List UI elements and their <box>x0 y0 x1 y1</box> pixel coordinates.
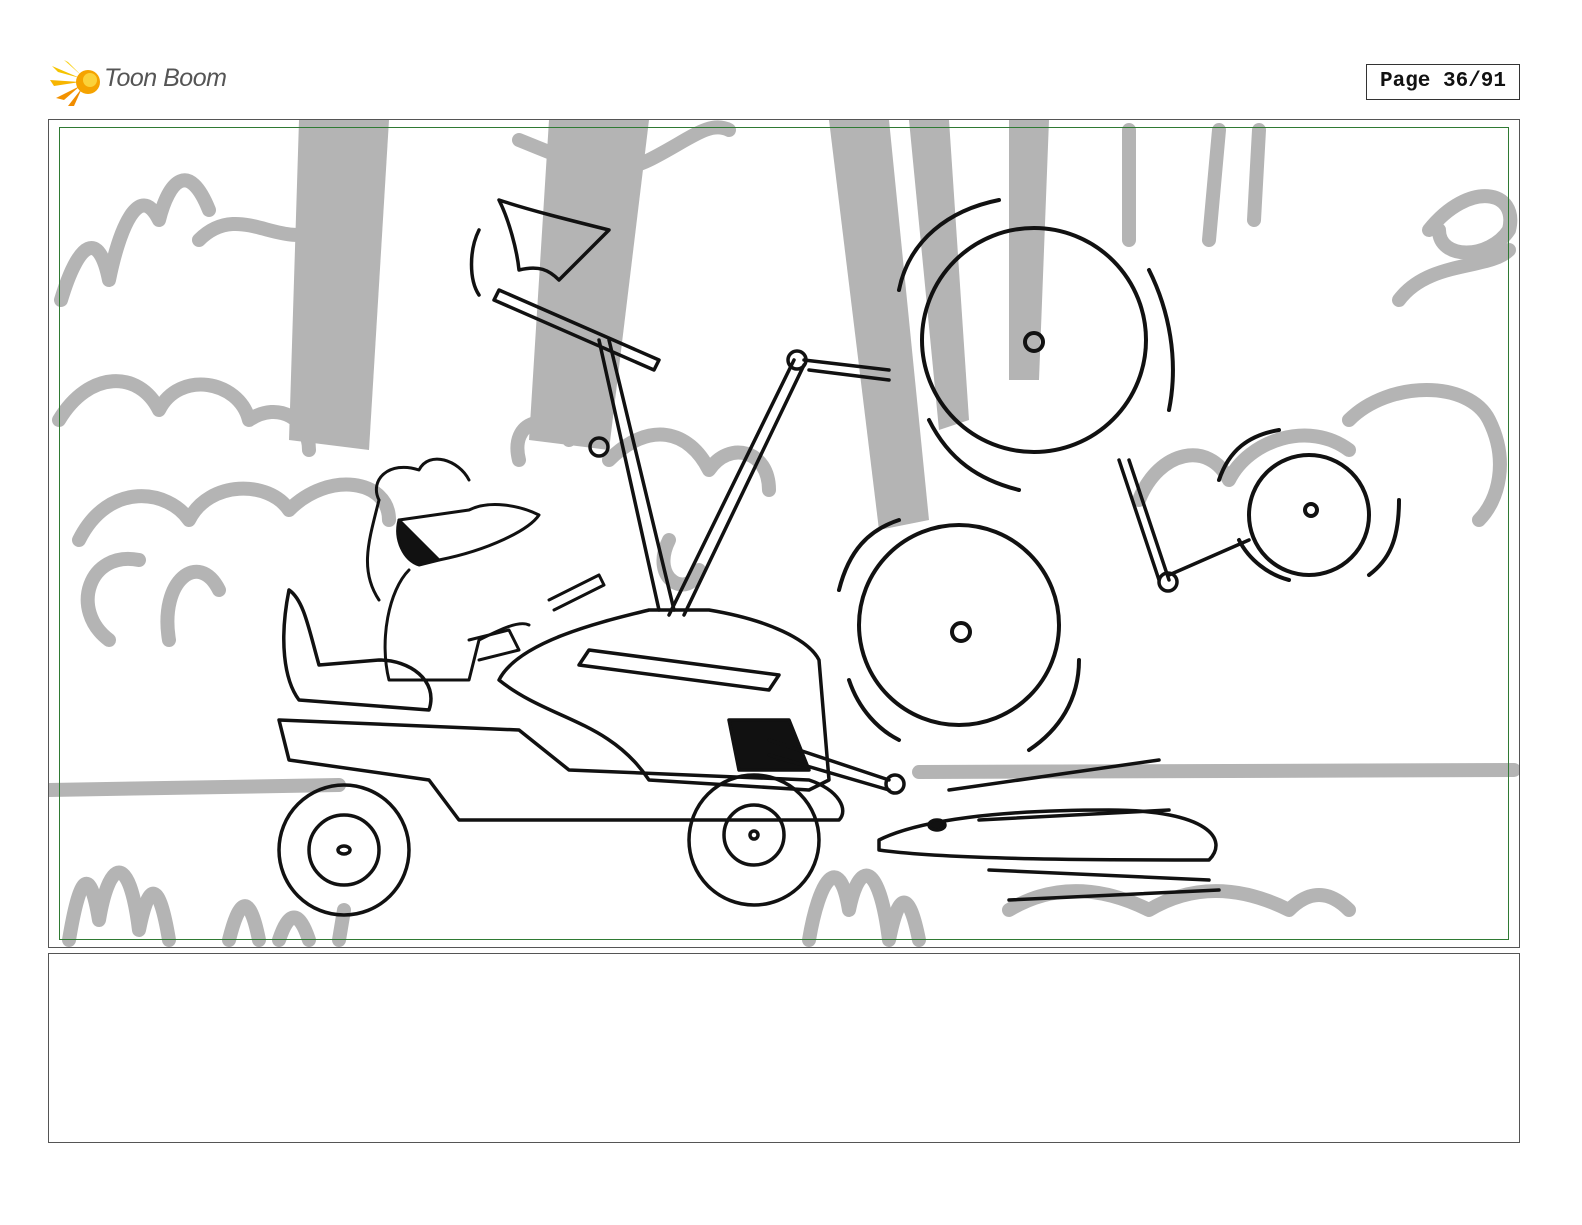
storyboard-panel <box>48 119 1520 948</box>
brand-logo: Toon Boom <box>50 58 250 108</box>
starburst-logo-icon <box>50 60 100 106</box>
panel-drawing <box>49 120 1519 947</box>
background-sketch <box>49 120 1519 947</box>
brand-name: Toon Boom <box>104 64 227 92</box>
panel-notes <box>48 953 1520 1143</box>
page-indicator: Page 36/91 <box>1366 64 1520 100</box>
rider-character-drawing <box>366 457 606 682</box>
